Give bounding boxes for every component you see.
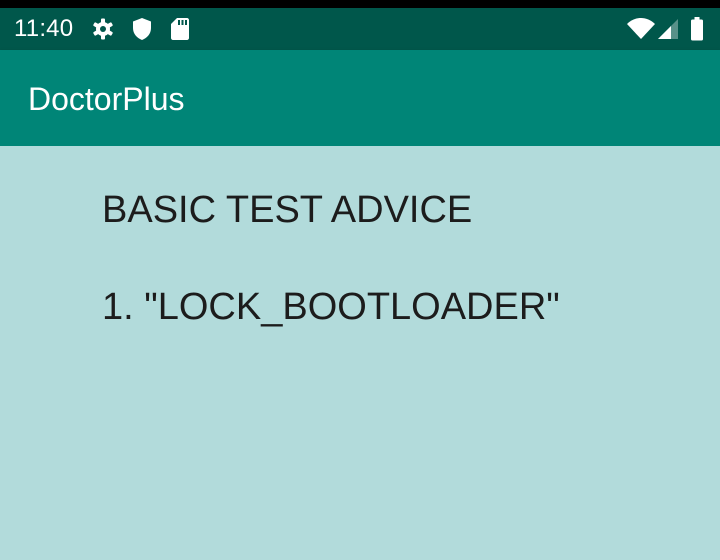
wifi-icon	[626, 8, 656, 50]
sd-card-icon	[168, 8, 192, 50]
status-time: 11:40	[14, 15, 74, 42]
settings-gear-icon	[90, 8, 116, 50]
screen-top-edge	[0, 0, 720, 8]
app-screen: 11:40 DoctorPlus BASIC TEST ADVICE 1. "L…	[0, 0, 720, 560]
app-toolbar: DoctorPlus	[0, 50, 720, 146]
shield-icon	[130, 8, 154, 50]
cell-signal-icon	[656, 8, 680, 50]
battery-icon	[688, 8, 706, 50]
status-bar: 11:40	[0, 8, 720, 50]
advice-item-1: 1. "LOCK_BOOTLOADER"	[102, 286, 560, 328]
app-title: DoctorPlus	[28, 81, 185, 117]
advice-content: BASIC TEST ADVICE 1. "LOCK_BOOTLOADER"	[0, 146, 720, 560]
advice-heading: BASIC TEST ADVICE	[102, 189, 473, 231]
